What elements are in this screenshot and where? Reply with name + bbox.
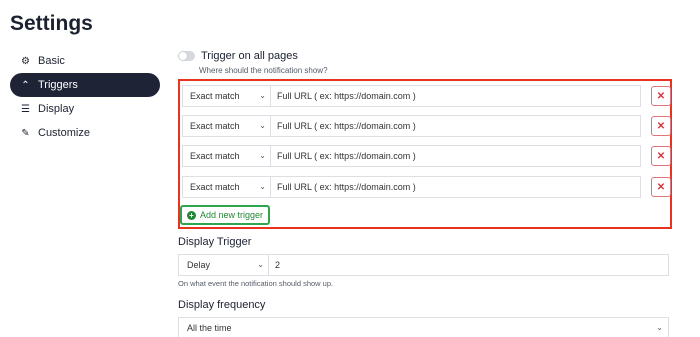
- trigger-row: Exact match ⌄ Full URL ( ex: https://dom…: [182, 176, 671, 198]
- sidebar-item-display[interactable]: ☰ Display: [10, 97, 160, 121]
- chevron-down-icon: ⌄: [259, 121, 266, 130]
- add-trigger-button[interactable]: + Add new trigger: [180, 205, 271, 225]
- trigger-row: Exact match ⌄ Full URL ( ex: https://dom…: [182, 145, 671, 167]
- sidebar-item-basic[interactable]: ⚙ Basic: [10, 49, 160, 73]
- url-input[interactable]: Full URL ( ex: https://domain.com ): [270, 176, 641, 198]
- trigger-row: Exact match ⌄ Full URL ( ex: https://dom…: [182, 85, 671, 107]
- match-type-select[interactable]: Exact match ⌄: [182, 85, 270, 107]
- close-icon: ✕: [656, 181, 666, 193]
- remove-trigger-button[interactable]: ✕: [651, 86, 671, 106]
- match-type-value: Exact match: [190, 91, 240, 101]
- settings-sidebar: ⚙ Basic ⌃ Triggers ☰ Display ✎ Customize: [10, 49, 160, 145]
- display-frequency-value: All the time: [187, 323, 232, 333]
- sidebar-item-label: Triggers: [38, 79, 78, 91]
- url-input[interactable]: Full URL ( ex: https://domain.com ): [270, 115, 641, 137]
- chevron-down-icon: ⌄: [656, 323, 663, 332]
- display-frequency-select[interactable]: All the time ⌄: [178, 317, 669, 337]
- toggle-knob: [179, 52, 187, 60]
- display-trigger-value: Delay: [187, 260, 211, 270]
- url-input[interactable]: Full URL ( ex: https://domain.com ): [270, 85, 641, 107]
- remove-trigger-button[interactable]: ✕: [651, 177, 671, 197]
- sliders-icon: ☰: [21, 103, 30, 115]
- sidebar-item-customize[interactable]: ✎ Customize: [10, 121, 160, 145]
- add-trigger-label: Add new trigger: [200, 210, 264, 220]
- display-trigger-value-input[interactable]: 2: [268, 254, 669, 276]
- remove-trigger-button[interactable]: ✕: [651, 116, 671, 136]
- close-icon: ✕: [656, 120, 666, 132]
- match-type-select[interactable]: Exact match ⌄: [182, 176, 270, 198]
- chevron-down-icon: ⌄: [259, 182, 266, 191]
- sidebar-item-label: Display: [38, 103, 75, 115]
- display-frequency-label: Display frequency: [178, 299, 266, 311]
- chevron-down-icon: ⌄: [259, 91, 266, 100]
- match-type-value: Exact match: [190, 182, 240, 192]
- sidebar-item-label: Customize: [38, 127, 90, 139]
- close-icon: ✕: [656, 90, 666, 102]
- match-type-value: Exact match: [190, 121, 240, 131]
- sidebar-item-label: Basic: [38, 55, 65, 67]
- chevron-down-icon: ⌄: [259, 151, 266, 160]
- plus-circle-icon: +: [187, 210, 196, 220]
- trigger-all-help: Where should the notification show?: [199, 66, 328, 75]
- trigger-all-label: Trigger on all pages: [201, 50, 298, 62]
- close-icon: ✕: [656, 150, 666, 162]
- chevron-down-icon: ⌄: [257, 260, 264, 269]
- display-trigger-select[interactable]: Delay ⌄: [178, 254, 268, 276]
- gear-icon: ⚙: [21, 55, 30, 67]
- match-type-select[interactable]: Exact match ⌄: [182, 115, 270, 137]
- page-title: Settings: [10, 12, 93, 35]
- trigger-all-row: Trigger on all pages: [178, 50, 298, 62]
- sidebar-item-triggers[interactable]: ⌃ Triggers: [10, 73, 160, 97]
- display-trigger-help: On what event the notification should sh…: [178, 279, 334, 288]
- match-type-select[interactable]: Exact match ⌄: [182, 145, 270, 167]
- trigger-all-toggle[interactable]: [178, 51, 195, 61]
- chevron-up-icon: ⌃: [21, 79, 30, 91]
- display-trigger-label: Display Trigger: [178, 236, 252, 248]
- trigger-row: Exact match ⌄ Full URL ( ex: https://dom…: [182, 115, 671, 137]
- url-input[interactable]: Full URL ( ex: https://domain.com ): [270, 145, 641, 167]
- brush-icon: ✎: [21, 127, 30, 139]
- match-type-value: Exact match: [190, 151, 240, 161]
- remove-trigger-button[interactable]: ✕: [651, 146, 671, 166]
